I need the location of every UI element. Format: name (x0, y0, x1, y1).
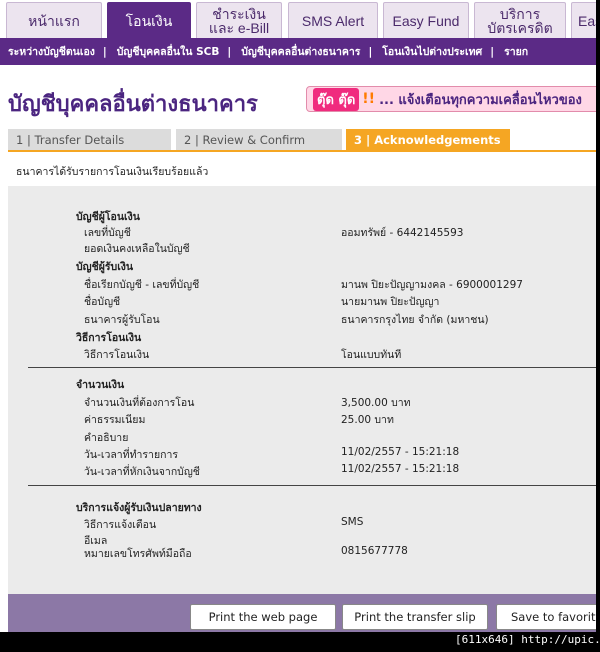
submenu-other-bank[interactable]: บัญชีบุคคลอื่นต่างธนาคาร (233, 43, 366, 60)
value-transfer-method: โอนแบบทันที (341, 349, 402, 361)
section-recipient-notify: บริการแจ้งผู้รับเงินปลายทาง (76, 502, 202, 514)
label-transfer-method: วิธีการโอนเงิน (84, 349, 150, 361)
step-underline (8, 150, 596, 152)
tab-transfer[interactable]: โอนเงิน (107, 2, 191, 38)
transfer-details-panel: บัญชีผู้โอนเงิน เลขที่บัญชี ออมทรัพย์ - … (8, 186, 596, 594)
tab-easy-fund[interactable]: Easy Fund (383, 2, 469, 38)
tab-label: บริการ (499, 5, 541, 22)
banner-exclamation: !! (362, 91, 376, 107)
banner-tag: ตุ๊ด ตุ๊ด (313, 87, 360, 111)
submenu-separator: | (490, 45, 495, 58)
label-balance: ยอดเงินคงเหลือในบัญชี (84, 243, 190, 255)
section-to-account: บัญชีผู้รับเงิน (76, 261, 134, 273)
tab-label: โอนเงิน (125, 12, 173, 29)
section-transfer-method: วิธีการโอนเงิน (76, 332, 142, 344)
label-notify-method: วิธีการแจ้งเตือน (84, 519, 157, 531)
value-notify-method: SMS (341, 516, 364, 528)
label-description: คำอธิบาย (84, 432, 129, 444)
value-phone: 0815677778 (341, 545, 408, 557)
tab-label: Easy Fund (392, 12, 460, 29)
value-debit-time: 11/02/2557 - 15:21:18 (341, 463, 460, 475)
submenu-separator: | (368, 45, 373, 58)
print-slip-button[interactable]: Print the transfer slip (342, 604, 488, 630)
transfer-submenu: ระหว่างบัญชีตนเอง | บัญชีบุคคลอื่นใน SCB… (0, 38, 596, 65)
main-tabs: หน้าแรก โอนเงิน ชำระเงิน และ e-Bill SMS … (0, 0, 596, 38)
value-transaction-time: 11/02/2557 - 15:21:18 (341, 446, 460, 458)
label-debit-time: วัน-เวลาที่หักเงินจากบัญชี (84, 466, 200, 478)
label-fee: ค่าธรรมเนียม (84, 414, 146, 426)
success-message: ธนาคารได้รับรายการโอนเงินเรียบร้อยแล้ว (16, 166, 209, 178)
section-amount: จำนวนเงิน (76, 379, 125, 391)
submenu-other-scb[interactable]: บัญชีบุคคลอื่นใน SCB (109, 43, 226, 60)
tab-label-line2: บัตรเครดิต (487, 19, 553, 36)
submenu-separator: | (102, 45, 107, 58)
banner-text: ... แจ้งเตือนทุกความเคลื่อนไหวของ (379, 92, 582, 108)
value-account-number: ออมทรัพย์ - 6442145593 (341, 227, 464, 239)
save-favorite-button[interactable]: Save to favorite (496, 604, 596, 630)
value-bank: ธนาคารกรุงไทย จำกัด (มหาชน) (341, 314, 489, 326)
tab-label: SMS Alert (301, 12, 365, 29)
value-account-name: นายมานพ ปิยะปัญญา (341, 296, 440, 308)
submenu-more[interactable]: รายก (496, 43, 534, 60)
divider (28, 485, 596, 486)
submenu-overseas[interactable]: โอนเงินไปต่างประเทศ (374, 43, 488, 60)
print-page-button[interactable]: Print the web page (190, 604, 336, 630)
label-transaction-time: วัน-เวลาที่ทำรายการ (84, 449, 178, 461)
tab-payment-ebill[interactable]: ชำระเงิน และ e-Bill (196, 2, 282, 38)
value-fee: 25.00 บาท (341, 414, 394, 426)
label-account-number: เลขที่บัญชี (84, 227, 131, 239)
step-acknowledgements: 3 | Acknowledgements (346, 129, 510, 150)
divider (28, 367, 596, 368)
action-bar: Print the web page Print the transfer sl… (8, 594, 596, 632)
step-indicator: 1 | Transfer Details 2 | Review & Confir… (8, 129, 596, 150)
tab-label: ชำระเงิน (212, 5, 266, 22)
label-account-name: ชื่อบัญชี (84, 296, 121, 308)
tab-label: Eas (578, 12, 596, 29)
label-amount: จำนวนเงินที่ต้องการโอน (84, 397, 195, 409)
browser-frame: หน้าแรก โอนเงิน ชำระเงิน และ e-Bill SMS … (0, 0, 596, 632)
submenu-own-accounts[interactable]: ระหว่างบัญชีตนเอง (0, 43, 101, 60)
submenu-separator: | (227, 45, 232, 58)
image-host-footer: [611x646] http://upic.me/ (455, 633, 600, 646)
tab-easy-more[interactable]: Eas (571, 2, 596, 38)
tab-label-line2: และ e-Bill (208, 19, 270, 36)
value-nickname: มานพ ปิยะปัญญามงคล - 6900001297 (341, 279, 523, 291)
value-amount: 3,500.00 บาท (341, 397, 411, 409)
step-review-confirm: 2 | Review & Confirm (176, 129, 342, 150)
label-phone: หมายเลขโทรศัพท์มือถือ (84, 548, 192, 560)
label-nickname: ชื่อเรียกบัญชี - เลขที่บัญชี (84, 279, 200, 291)
section-from-account: บัญชีผู้โอนเงิน (76, 211, 140, 223)
tab-sms-alert[interactable]: SMS Alert (288, 2, 378, 38)
step-transfer-details: 1 | Transfer Details (8, 129, 171, 150)
tab-home[interactable]: หน้าแรก (6, 2, 102, 38)
tab-credit-card[interactable]: บริการ บัตรเครดิต (474, 2, 566, 38)
sms-alert-banner[interactable]: ตุ๊ด ตุ๊ด !! ... แจ้งเตือนทุกความเคลื่อน… (306, 86, 596, 112)
label-bank: ธนาคารผู้รับโอน (84, 314, 160, 326)
page-title: บัญชีบุคคลอื่นต่างธนาคาร (8, 91, 258, 116)
tab-label: หน้าแรก (28, 12, 80, 29)
